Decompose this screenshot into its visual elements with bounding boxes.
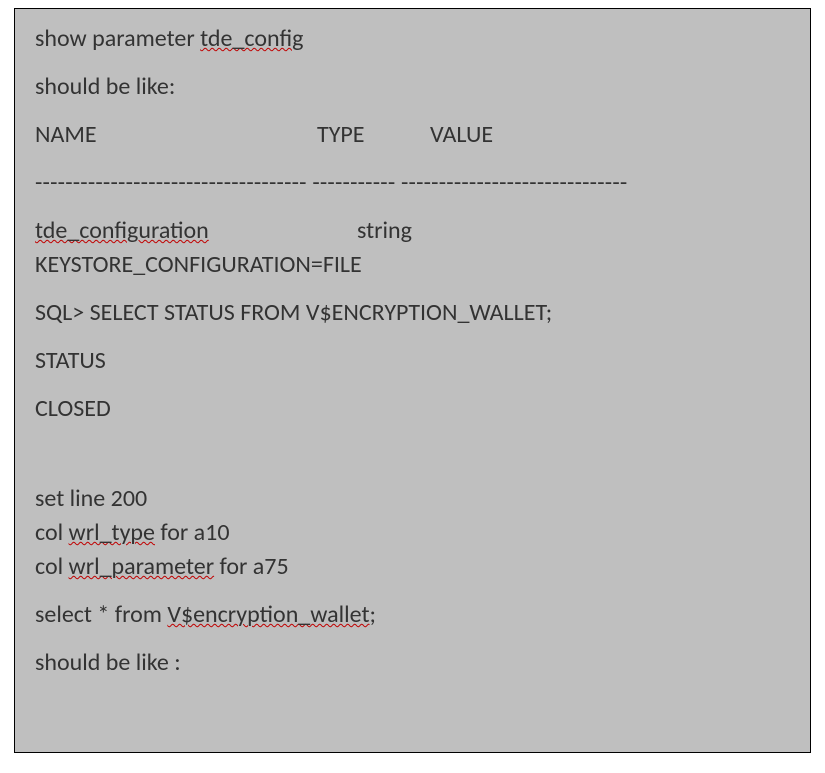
text: col xyxy=(35,518,69,547)
column-header-type: TYPE xyxy=(317,120,430,150)
table-row: tde_configuration string xyxy=(35,216,790,246)
text-line: should be like : xyxy=(35,648,790,678)
param-type: string xyxy=(357,216,790,246)
blank-line xyxy=(35,442,790,466)
param-value: KEYSTORE_CONFIGURATION=FILE xyxy=(35,250,790,280)
sql-line: set line 200 xyxy=(35,484,790,514)
sql-line: col wrl_parameter for a75 xyxy=(35,552,790,582)
text: for a10 xyxy=(155,518,230,547)
table-header: NAME TYPE VALUE xyxy=(35,120,790,150)
text-line: should be like: xyxy=(35,72,790,102)
document-panel: show parameter tde_config should be like… xyxy=(14,8,811,753)
spellcheck-word: wrl_parameter xyxy=(69,552,215,581)
text: ; xyxy=(370,600,376,629)
spellcheck-word: tde_configuration xyxy=(35,216,209,245)
column-header-value: VALUE xyxy=(430,120,790,150)
sql-line: col wrl_type for a10 xyxy=(35,518,790,548)
text: col xyxy=(35,552,69,581)
text-line: show parameter tde_config xyxy=(35,24,790,54)
text: select * from xyxy=(35,600,167,629)
separator-line: ------------------------------------ ---… xyxy=(35,168,790,198)
status-value: CLOSED xyxy=(35,394,790,424)
text: for a75 xyxy=(214,552,289,581)
param-name: tde_configuration xyxy=(35,216,357,246)
status-label: STATUS xyxy=(35,346,790,376)
sql-line: select * from V$encryption_wallet; xyxy=(35,600,790,630)
text: show parameter xyxy=(35,24,200,53)
column-header-name: NAME xyxy=(35,120,317,150)
spellcheck-word: V$encryption_wallet xyxy=(167,600,369,629)
sql-line: SQL> SELECT STATUS FROM V$ENCRYPTION_WAL… xyxy=(35,298,790,328)
spellcheck-word: tde_config xyxy=(200,24,303,53)
spellcheck-word: wrl_type xyxy=(69,518,155,547)
